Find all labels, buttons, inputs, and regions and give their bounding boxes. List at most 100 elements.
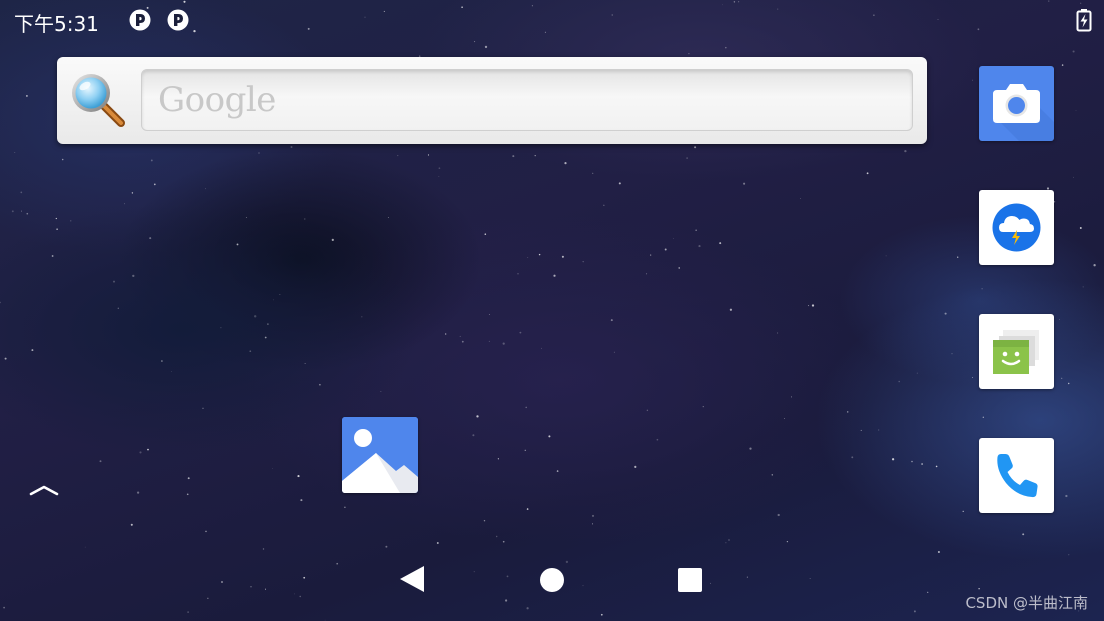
wallpaper-star bbox=[279, 294, 281, 295]
navigation-bar: CSDN @半曲江南 bbox=[0, 540, 1104, 621]
wallpaper-star bbox=[245, 217, 247, 218]
magnifier-icon[interactable] bbox=[67, 69, 129, 131]
wallpaper-star bbox=[878, 429, 880, 431]
wallpaper-star bbox=[267, 323, 269, 325]
wallpaper-star bbox=[397, 155, 399, 157]
wallpaper-star bbox=[438, 176, 440, 177]
wallpaper-star bbox=[851, 456, 854, 459]
wallpaper-star bbox=[297, 475, 300, 478]
gallery-icon bbox=[342, 417, 418, 493]
wallpaper-star bbox=[957, 256, 959, 258]
phone-app-icon[interactable] bbox=[979, 438, 1054, 513]
wallpaper-star bbox=[264, 336, 267, 339]
back-triangle-icon[interactable] bbox=[398, 564, 426, 594]
wallpaper-star bbox=[1061, 64, 1064, 66]
wallpaper-star bbox=[811, 304, 815, 307]
wallpaper-star bbox=[860, 429, 862, 431]
wallpaper-star bbox=[743, 182, 746, 185]
wallpaper-star bbox=[149, 237, 152, 240]
wallpaper-star bbox=[26, 212, 29, 215]
wallpaper-star bbox=[427, 154, 430, 156]
wallpaper-star bbox=[1079, 227, 1082, 229]
wallpaper-star bbox=[147, 448, 149, 451]
wallpaper-star bbox=[610, 319, 613, 322]
wallpaper-star bbox=[1061, 377, 1063, 379]
wallpaper-star bbox=[702, 406, 704, 408]
camera-app-icon[interactable] bbox=[979, 66, 1054, 141]
wallpaper-star bbox=[319, 383, 321, 386]
wallpaper-star bbox=[591, 523, 594, 525]
wallpaper-star bbox=[921, 463, 924, 465]
wallpaper-star bbox=[898, 380, 900, 383]
messaging-icon bbox=[993, 330, 1039, 374]
wallpaper-star bbox=[132, 274, 135, 278]
wallpaper-star bbox=[846, 411, 849, 413]
wallpaper-star bbox=[130, 523, 133, 526]
wallpaper-star bbox=[582, 261, 584, 263]
wallpaper-star bbox=[474, 41, 476, 43]
weather-icon bbox=[992, 203, 1041, 252]
wallpaper-star bbox=[254, 315, 257, 318]
wallpaper-star bbox=[55, 217, 57, 220]
wallpaper-star bbox=[541, 347, 542, 349]
wallpaper-star bbox=[891, 458, 895, 461]
wallpaper-star bbox=[124, 203, 125, 205]
wallpaper-star bbox=[972, 79, 973, 81]
messaging-app-icon[interactable] bbox=[979, 314, 1054, 389]
google-search-widget[interactable]: Google bbox=[57, 57, 927, 144]
wallpaper-star bbox=[646, 273, 648, 275]
wallpaper-star bbox=[290, 146, 293, 148]
wallpaper-star bbox=[249, 350, 252, 353]
wallpaper-star bbox=[153, 183, 156, 186]
wallpaper-star bbox=[20, 191, 23, 194]
wallpaper-star bbox=[4, 357, 7, 360]
wallpaper-star bbox=[719, 242, 722, 245]
wallpaper-star bbox=[935, 465, 938, 468]
wallpaper-star bbox=[1093, 264, 1096, 267]
gallery-app-icon[interactable] bbox=[342, 417, 418, 493]
wallpaper-star bbox=[459, 335, 461, 337]
wallpaper-star bbox=[951, 353, 953, 355]
pocket-p-icon bbox=[129, 9, 151, 31]
wallpaper-star bbox=[613, 351, 615, 353]
search-input[interactable]: Google bbox=[141, 69, 913, 131]
wallpaper-star bbox=[113, 280, 115, 283]
wallpaper-star bbox=[1022, 533, 1025, 536]
wallpaper-star bbox=[981, 288, 983, 290]
wallpaper-star bbox=[387, 217, 389, 218]
chevron-up-icon[interactable] bbox=[28, 478, 60, 502]
wallpaper-star bbox=[695, 229, 697, 231]
home-circle-icon[interactable] bbox=[539, 567, 565, 593]
wallpaper-star bbox=[300, 499, 303, 502]
wallpaper-star bbox=[729, 308, 733, 311]
wallpaper-star bbox=[962, 510, 964, 513]
wallpaper-star bbox=[972, 376, 973, 378]
wallpaper-star bbox=[646, 409, 649, 412]
wallpaper-star bbox=[1073, 176, 1074, 178]
wallpaper-star bbox=[673, 238, 674, 239]
wallpaper-star bbox=[236, 243, 239, 246]
recents-square-icon[interactable] bbox=[677, 567, 703, 593]
wallpaper-star bbox=[56, 228, 58, 230]
wallpaper-star bbox=[70, 220, 72, 222]
wallpaper-star bbox=[534, 154, 536, 157]
wallpaper-star bbox=[304, 218, 306, 220]
wallpaper-star bbox=[678, 267, 680, 269]
wallpaper-star bbox=[538, 253, 541, 256]
wallpaper-star bbox=[273, 299, 275, 301]
wallpaper-star bbox=[51, 255, 54, 257]
wallpaper-star bbox=[1067, 382, 1070, 385]
wallpaper-star bbox=[904, 149, 907, 153]
wallpaper-star bbox=[488, 340, 490, 342]
wallpaper-star bbox=[1053, 201, 1056, 203]
wallpaper-star bbox=[512, 155, 515, 158]
wallpaper-star bbox=[556, 470, 559, 472]
wallpaper-star bbox=[664, 248, 667, 251]
wallpaper-star bbox=[205, 188, 207, 190]
status-clock: 下午5:31 bbox=[14, 12, 99, 36]
wallpaper-star bbox=[186, 493, 189, 496]
wallpaper-star bbox=[380, 391, 382, 392]
weather-app-icon[interactable] bbox=[979, 190, 1054, 265]
wallpaper-star bbox=[808, 305, 810, 307]
wallpaper-star bbox=[461, 340, 464, 343]
